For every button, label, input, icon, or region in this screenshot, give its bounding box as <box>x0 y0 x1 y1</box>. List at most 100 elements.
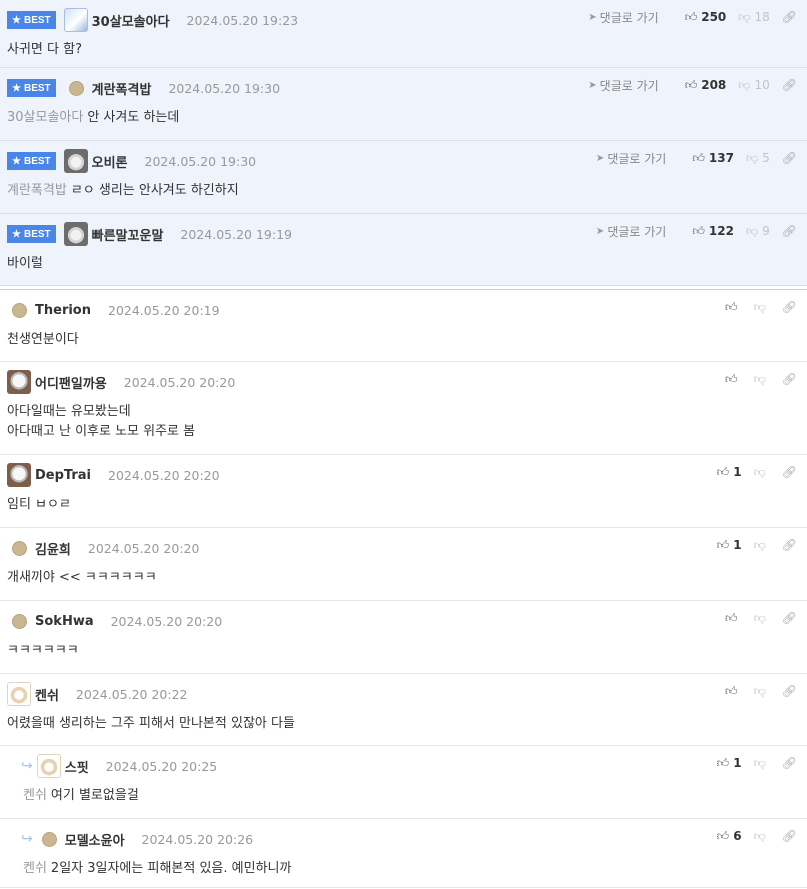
downvote-button[interactable]: 👎︎ <box>754 465 770 480</box>
copy-link-button[interactable]: 🔗︎ <box>782 300 797 314</box>
downvote-button[interactable]: 👎︎ <box>754 372 770 387</box>
upvote-button[interactable]: 👍︎ 1 <box>717 465 742 480</box>
copy-link-button[interactable]: 🔗︎ <box>782 756 797 770</box>
author-nickname[interactable]: 스핏 <box>65 757 89 776</box>
comment-body: 아다일때는 유모봤는데 아다때고 난 이후로 노모 위주로 봄 <box>7 402 195 442</box>
upvote-button[interactable]: 👍︎ 250 <box>685 10 727 25</box>
copy-link-button[interactable]: 🔗︎ <box>782 829 797 843</box>
avatar[interactable] <box>7 370 31 394</box>
thumbs-up-icon: 👍︎ <box>716 537 730 552</box>
comment-text: 여기 별로없을걸 <box>50 788 139 803</box>
comment-body: 켄쉬 여기 별로없을걸 <box>23 786 139 806</box>
downvote-button[interactable]: 👎︎ <box>754 538 770 553</box>
downvote-button[interactable]: 👎︎ <box>754 684 770 699</box>
avatar[interactable] <box>12 613 27 629</box>
downvote-count: 18 <box>754 10 770 24</box>
upvote-button[interactable]: 👍︎ 122 <box>692 224 734 239</box>
downvote-button[interactable]: 👎︎ 5 <box>746 151 770 166</box>
author-nickname[interactable]: 계란폭격밥 <box>92 79 152 98</box>
upvote-button[interactable]: 👍︎ <box>725 684 742 699</box>
downvote-count: 9 <box>762 224 770 238</box>
avatar[interactable] <box>12 540 27 556</box>
comment-header: ★ BEST 계란폭격밥 2024.05.20 19:30 <box>7 77 280 99</box>
mention-link[interactable]: 계란폭격밥 <box>7 183 67 198</box>
downvote-button[interactable]: 👎︎ 18 <box>738 10 769 25</box>
upvote-button[interactable]: 👍︎ 1 <box>717 538 742 553</box>
downvote-button[interactable]: 👎︎ 9 <box>746 224 770 239</box>
copy-link-button[interactable]: 🔗︎ <box>782 10 797 24</box>
mention-link[interactable]: 30살모솔아다 <box>7 110 83 125</box>
copy-link-button[interactable]: 🔗︎ <box>782 684 797 698</box>
copy-link-button[interactable]: 🔗︎ <box>782 465 797 479</box>
downvote-button[interactable]: 👎︎ <box>754 300 770 315</box>
upvote-button[interactable]: 👍︎ <box>725 372 742 387</box>
author-nickname[interactable]: 30살모솔아다 <box>92 11 170 30</box>
goto-comment-link[interactable]: ➤ 댓글로 가기 <box>596 223 666 240</box>
star-icon: ★ <box>12 155 21 167</box>
comment-body: 켄쉬 2일자 3일자에는 피해본적 있음. 예민하니까 <box>23 859 291 879</box>
author-nickname[interactable]: 켄쉬 <box>35 685 59 704</box>
author-nickname[interactable]: 모델소윤아 <box>65 830 125 849</box>
comment-text: 어렸을때 생리하는 그주 피해서 만나본적 있잖아 다들 <box>7 716 295 731</box>
author-nickname[interactable]: 김윤희 <box>35 539 71 558</box>
comment-actions: ➤ 댓글로 가기 👍︎ 122 👎︎ 9 🔗︎ <box>596 223 797 239</box>
copy-link-button[interactable]: 🔗︎ <box>782 151 797 165</box>
upvote-button[interactable]: 👍︎ 208 <box>685 78 727 93</box>
avatar[interactable] <box>12 302 27 318</box>
avatar[interactable] <box>7 682 31 706</box>
comment-date: 2024.05.20 20:20 <box>87 540 200 556</box>
author-nickname[interactable]: Therion <box>35 303 91 318</box>
avatar[interactable] <box>63 222 88 246</box>
comment-header: SokHwa 2024.05.20 20:20 <box>7 610 222 632</box>
copy-link-button[interactable]: 🔗︎ <box>782 538 797 552</box>
best-comment: ★ BEST 빠른말꼬운말 2024.05.20 19:19 ➤ 댓글로 가기 👍︎ 122 👎… <box>0 214 807 286</box>
copy-link-button[interactable]: 🔗︎ <box>782 372 797 386</box>
goto-comment-link[interactable]: ➤ 댓글로 가기 <box>588 9 658 26</box>
copy-link-button[interactable]: 🔗︎ <box>782 224 797 238</box>
mention-link[interactable]: 켄쉬 <box>23 788 47 803</box>
avatar[interactable] <box>41 831 57 847</box>
copy-link-button[interactable]: 🔗︎ <box>782 611 797 625</box>
comment-date: 2024.05.20 20:20 <box>123 374 236 390</box>
comment-actions: ➤ 댓글로 가기 👍︎ 137 👎︎ 5 🔗︎ <box>596 150 797 166</box>
thumbs-up-icon: 👍︎ <box>692 223 705 238</box>
comment-date: 2024.05.20 20:20 <box>110 613 223 629</box>
author-nickname[interactable]: SokHwa <box>35 614 94 629</box>
comment-date: 2024.05.20 20:26 <box>141 831 254 847</box>
avatar[interactable] <box>68 80 84 96</box>
avatar[interactable] <box>36 754 61 778</box>
upvote-button[interactable]: 👍︎ 6 <box>717 829 742 844</box>
mention-link[interactable]: 켄쉬 <box>23 861 47 876</box>
avatar[interactable] <box>63 8 88 32</box>
upvote-button[interactable]: 👍︎ 137 <box>692 151 734 166</box>
best-comment: ★ BEST 계란폭격밥 2024.05.20 19:30 ➤ 댓글로 가기 👍︎ 208 👎︎… <box>0 68 807 141</box>
downvote-button[interactable]: 👎︎ <box>754 756 770 771</box>
comment-actions: ➤ 댓글로 가기 👍︎ 250 👎︎ 18 🔗︎ <box>588 9 797 25</box>
thumbs-down-icon: 👎︎ <box>745 223 759 238</box>
upvote-button[interactable]: 👍︎ 1 <box>717 756 742 771</box>
comment-text: 2일자 3일자에는 피해본적 있음. 예민하니까 <box>50 861 292 876</box>
thumbs-down-icon: 👎︎ <box>738 9 751 24</box>
downvote-button[interactable]: 👎︎ <box>754 611 770 626</box>
author-nickname[interactable]: 어디팬일까용 <box>35 373 107 392</box>
thumbs-up-icon: 👍︎ <box>716 464 730 479</box>
comment-date: 2024.05.20 19:23 <box>186 12 299 28</box>
author-nickname[interactable]: DepTrai <box>35 468 91 483</box>
avatar[interactable] <box>7 463 31 487</box>
comment-line: 아다일때는 유모봤는데 <box>7 402 195 422</box>
copy-link-button[interactable]: 🔗︎ <box>782 78 797 92</box>
downvote-button[interactable]: 👎︎ <box>754 829 770 844</box>
goto-label: 댓글로 가기 <box>599 10 659 25</box>
comment-actions: 👍︎ 👎︎ 🔗︎ <box>713 610 797 626</box>
author-nickname[interactable]: 빠른말꼬운말 <box>92 225 164 244</box>
goto-comment-link[interactable]: ➤ 댓글로 가기 <box>596 150 666 167</box>
comment-date: 2024.05.20 20:25 <box>105 758 218 774</box>
upvote-button[interactable]: 👍︎ <box>725 611 742 626</box>
avatar[interactable] <box>63 149 88 173</box>
downvote-button[interactable]: 👎︎ 10 <box>738 78 769 93</box>
upvote-button[interactable]: 👍︎ <box>725 300 742 315</box>
link-icon: 🔗︎ <box>781 538 797 552</box>
comment: DepTrai 2024.05.20 20:20 👍︎ 1 👎︎ 🔗︎ 임티 ㅂㅇㄹ <box>0 455 807 528</box>
goto-comment-link[interactable]: ➤ 댓글로 가기 <box>588 77 658 94</box>
author-nickname[interactable]: 오비론 <box>92 152 128 171</box>
